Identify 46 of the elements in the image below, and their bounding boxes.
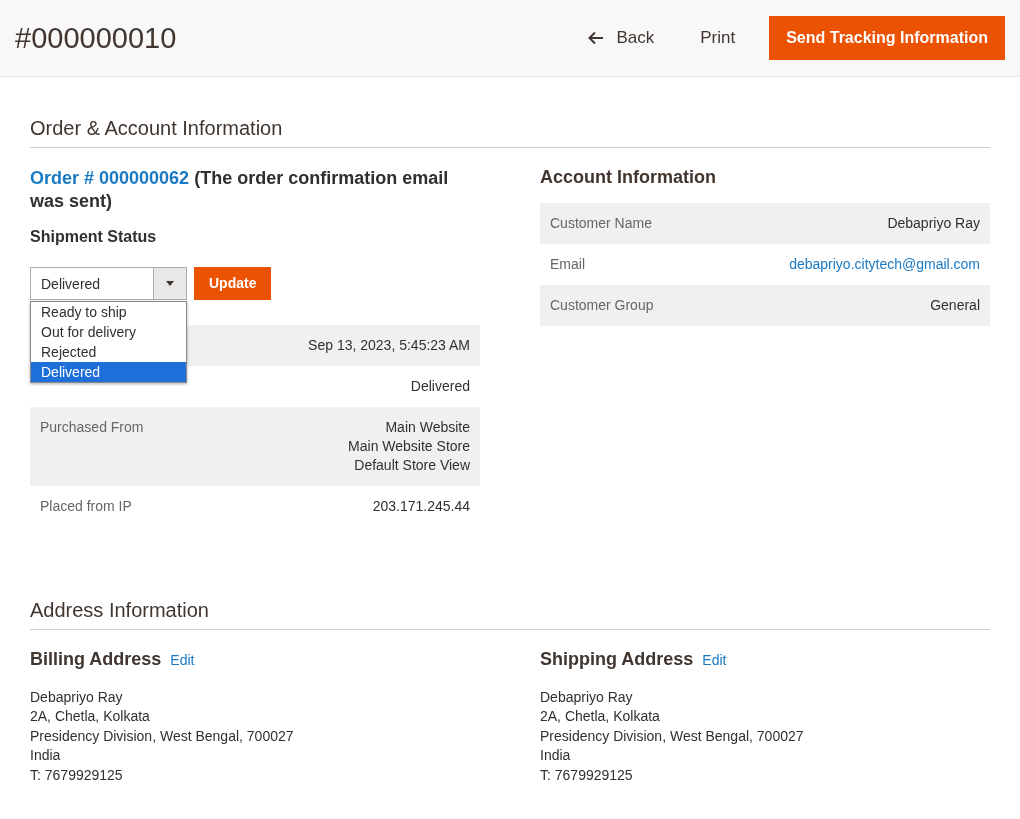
caret-icon [166, 280, 174, 286]
page-title: #000000010 [15, 21, 177, 55]
address-line: Debapriyo Ray [30, 687, 124, 707]
row-value: Debapriyo Ray [887, 214, 980, 233]
back-button[interactable]: Back [572, 18, 671, 58]
shipment-status-select[interactable]: Delivered [30, 266, 187, 300]
edit-link[interactable]: Edit [170, 651, 195, 668]
address-line: T: 7679929125 [30, 765, 124, 785]
row-label: Purchased From [40, 417, 144, 437]
row-value: Main Website Store [348, 436, 470, 456]
row-value: Main Website [385, 417, 470, 437]
section-title: Address Information [30, 598, 990, 630]
address-line: Presidency Division, West Bengal, 700027 [30, 726, 295, 746]
order-link[interactable]: Order # 000000062 [30, 168, 190, 188]
address-line: 2A, Chetla, Kolkata [540, 707, 661, 727]
address-line: 2A, Chetla, Kolkata [30, 707, 151, 727]
order-title: Order # 000000062 (The order confirmation email was sent) [30, 167, 450, 214]
address-line: Debapriyo Ray [540, 687, 634, 707]
row-value: Sep 13, 2023, 5:45:23 AM [308, 335, 470, 355]
row-label: Placed from IP [40, 496, 132, 516]
row-value: General [930, 296, 980, 315]
address-line: T: 7679929125 [540, 765, 634, 785]
address-heading: Billing Address [30, 648, 162, 670]
row-value: Default Store View [354, 455, 470, 475]
email-link[interactable]: debapriyo.citytech@gmail.com [789, 255, 980, 274]
account-heading: Account Information [540, 167, 717, 188]
send-tracking-button[interactable]: Send Tracking Information [769, 16, 1005, 60]
dropdown-option[interactable]: Ready to ship [31, 301, 186, 322]
update-button[interactable]: Update [194, 266, 272, 300]
row-label: Customer Name [550, 214, 652, 233]
section-title: Order & Account Information [30, 117, 990, 148]
dropdown-option[interactable]: Rejected [31, 341, 186, 362]
dropdown-option[interactable]: Delivered [31, 361, 186, 382]
edit-link[interactable]: Edit [702, 651, 727, 668]
row-label: Email [550, 255, 585, 274]
address-line: India [540, 746, 572, 766]
dropdown-option[interactable]: Out for delivery [31, 321, 186, 342]
print-button[interactable]: Print [684, 18, 752, 58]
address-heading: Shipping Address [540, 648, 694, 670]
shipment-status-label: Shipment Status [30, 227, 158, 246]
arrow-left-icon [588, 31, 605, 45]
row-label: Customer Group [550, 296, 654, 315]
address-line: Presidency Division, West Bengal, 700027 [540, 726, 805, 746]
row-value: 203.171.245.44 [372, 496, 470, 516]
row-value: Delivered [410, 376, 470, 396]
address-line: India [30, 746, 62, 766]
